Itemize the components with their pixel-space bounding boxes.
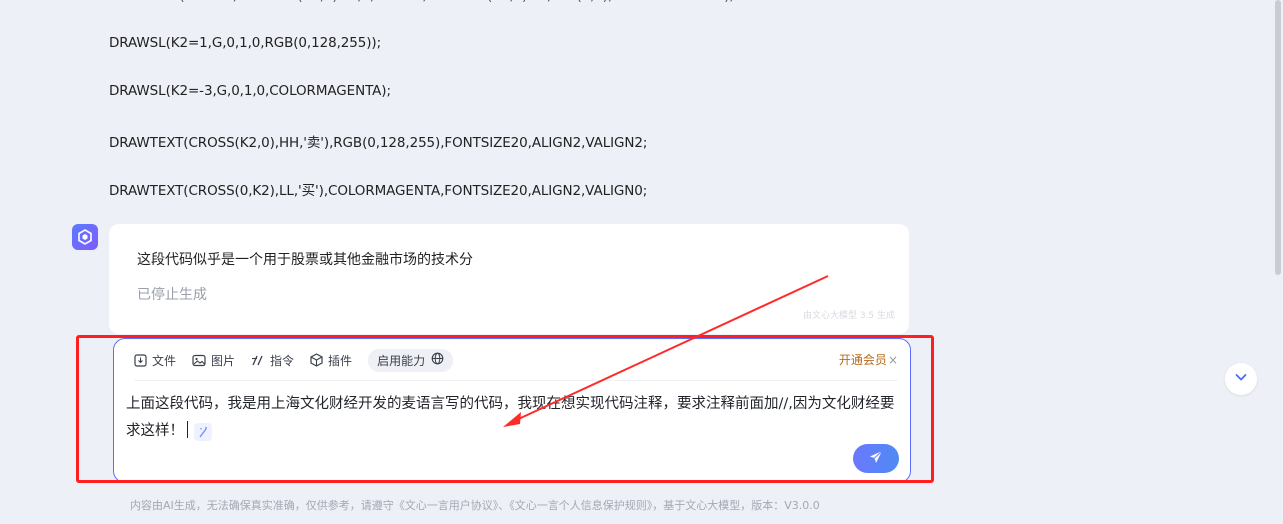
- chevron-down-icon: [1233, 369, 1249, 389]
- vip-upgrade-link[interactable]: 开通会员×: [839, 351, 898, 368]
- plugin-label: 插件: [328, 353, 353, 368]
- plugin-icon: [310, 353, 323, 367]
- bot-avatar-icon: [72, 224, 98, 250]
- wand-icon[interactable]: [194, 423, 212, 441]
- command-button[interactable]: 指令: [251, 352, 310, 369]
- code-line: DRAWTEXT(CROSS(0,K2),LL,'买'),COLORMAGENT…: [109, 183, 648, 199]
- code-line: DRAWSL(K2=-3,G,0,1,0,COLORMAGENTA);: [109, 83, 391, 99]
- globe-icon: [431, 352, 444, 368]
- model-note: 由文心大模型 3.5 生成: [802, 311, 895, 321]
- command-label: 指令: [270, 353, 295, 368]
- input-toolbar: 文件 图片 指令 插件 启用能力: [134, 348, 454, 372]
- image-label: 图片: [211, 353, 236, 368]
- command-icon: [251, 354, 265, 367]
- assistant-reply-text: 这段代码似乎是一个用于股票或其他金融市场的技术分: [137, 252, 473, 268]
- vip-close-icon[interactable]: ×: [888, 353, 898, 367]
- image-icon: [192, 354, 206, 367]
- message-input-text: 上面这段代码，我是用上海文化财经开发的麦语言写的代码，我现在想实现代码注释，要求…: [126, 396, 895, 439]
- abilities-label: 启用能力: [377, 353, 426, 368]
- assistant-message: 这段代码似乎是一个用于股票或其他金融市场的技术分 已停止生成 由文心大模型 3.…: [109, 224, 909, 334]
- toolbar-divider: [134, 380, 898, 381]
- file-button[interactable]: 文件: [134, 352, 192, 369]
- code-line-partial: DRAWLINE(K2>=0,GetIndex(K2,1)<0,0,K2>=0,…: [109, 0, 734, 4]
- code-line: DRAWSL(K2=1,G,0,1,0,RGB(0,128,255));: [109, 35, 382, 51]
- message-input[interactable]: 上面这段代码，我是用上海文化财经开发的麦语言写的代码，我现在想实现代码注释，要求…: [126, 391, 896, 445]
- code-line: DRAWTEXT(CROSS(K2,0),HH,'卖'),RGB(0,128,2…: [109, 135, 648, 151]
- chat-input-box: 文件 图片 指令 插件 启用能力 开通会员× 上面这段代码，我是用上海文化财经开…: [113, 338, 911, 483]
- image-button[interactable]: 图片: [192, 352, 251, 369]
- vip-label: 开通会员: [838, 353, 887, 367]
- send-icon: [868, 449, 884, 469]
- scroll-to-bottom-button[interactable]: [1225, 363, 1257, 395]
- send-button[interactable]: [853, 444, 899, 473]
- file-label: 文件: [152, 353, 177, 368]
- plugin-button[interactable]: 插件: [310, 352, 368, 369]
- file-icon: [134, 353, 147, 367]
- text-caret: [187, 421, 188, 438]
- generation-stopped-label: 已停止生成: [137, 287, 207, 303]
- enable-abilities-button[interactable]: 启用能力: [368, 348, 454, 372]
- chat-area: DRAWLINE(K2>=0,GetIndex(K2,1)<0,0,K2>=0,…: [0, 0, 1283, 524]
- scrollbar[interactable]: [1275, 0, 1281, 275]
- footer-disclaimer: 内容由AI生成，无法确保真实准确，仅供参考，请遵守《文心一言用户协议》、《文心一…: [130, 499, 820, 512]
